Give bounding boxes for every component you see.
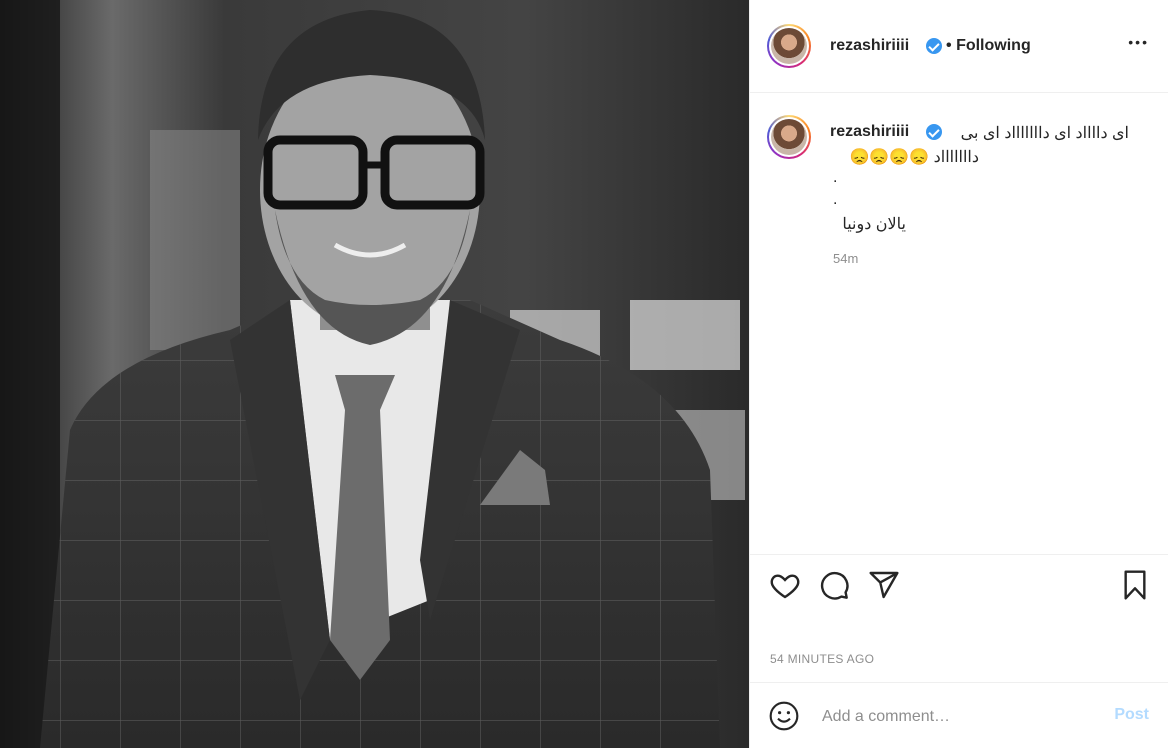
header-username[interactable]: rezashiriiii — [830, 37, 909, 55]
send-icon[interactable] — [868, 569, 900, 606]
verified-icon — [926, 38, 942, 54]
post-photo[interactable] — [0, 0, 749, 748]
caption-username[interactable]: rezashiriiii — [830, 123, 909, 141]
user-avatar[interactable] — [767, 24, 811, 68]
comment-bar: Post — [750, 682, 1168, 748]
verified-icon — [926, 124, 942, 140]
caption-line-2: داااااااد 😞😞😞😞 — [849, 149, 980, 166]
caption-line-3: . — [833, 169, 838, 186]
follow-status[interactable]: • Following — [946, 37, 1031, 55]
following-button[interactable]: Following — [956, 37, 1031, 54]
comment-icon[interactable] — [818, 569, 850, 606]
portrait-image — [0, 0, 749, 748]
emoji-icon[interactable] — [768, 700, 800, 737]
posted-ago: 54 MINUTES AGO — [770, 652, 875, 666]
heart-icon[interactable] — [769, 569, 801, 606]
caption-timestamp: 54m — [833, 251, 859, 266]
caption-line-5: یالان دونیا — [842, 216, 906, 233]
post-header: rezashiriiii • Following ••• — [750, 0, 1168, 93]
post-side-panel: rezashiriiii • Following ••• rezashiriii… — [749, 0, 1168, 748]
caption-line-1: ای دااااد ای داااااااد ای بی — [960, 125, 1129, 142]
bookmark-icon[interactable] — [1119, 569, 1151, 606]
caption-avatar[interactable] — [767, 115, 811, 159]
action-bar — [750, 555, 1168, 665]
post-comment-button[interactable]: Post — [1114, 706, 1149, 724]
more-options-icon[interactable]: ••• — [1128, 34, 1149, 50]
caption-area: rezashiriiii ای دااااد ای داااااااد ای ب… — [750, 93, 1168, 555]
separator-dot: • — [946, 37, 952, 54]
comment-input[interactable] — [820, 703, 1094, 731]
caption-line-4: . — [833, 191, 838, 208]
